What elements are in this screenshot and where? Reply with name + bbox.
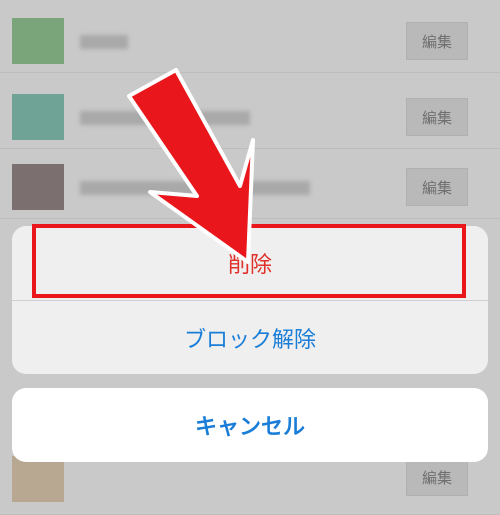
cancel-button[interactable]: キャンセル	[12, 388, 488, 462]
blurred-name	[80, 111, 250, 125]
list-item[interactable]: 編集	[0, 86, 500, 149]
avatar	[12, 164, 64, 210]
edit-button[interactable]: 編集	[406, 98, 468, 136]
list-item[interactable]: 編集	[0, 10, 500, 73]
blurred-name	[80, 181, 310, 195]
avatar	[12, 456, 64, 502]
highlight-box	[32, 224, 466, 298]
avatar	[12, 94, 64, 140]
edit-button[interactable]: 編集	[406, 22, 468, 60]
unblock-button[interactable]: ブロック解除	[12, 300, 488, 374]
edit-button[interactable]: 編集	[406, 458, 468, 496]
list-item[interactable]: 編集	[0, 156, 500, 219]
blurred-name	[80, 35, 128, 49]
avatar	[12, 18, 64, 64]
edit-button[interactable]: 編集	[406, 168, 468, 206]
